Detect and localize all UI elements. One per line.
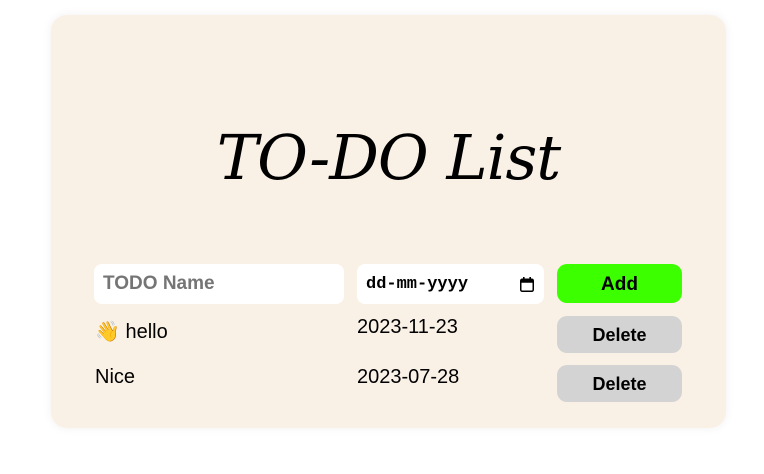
todo-item-name: Nice [95, 366, 136, 388]
delete-button[interactable]: Delete [557, 316, 682, 353]
add-button[interactable]: Add [557, 264, 682, 303]
todo-name-input[interactable] [94, 264, 344, 304]
calendar-icon[interactable] [520, 276, 534, 292]
date-placeholder: dd-mm-yyyy [366, 274, 469, 294]
page-title: TO-DO List [216, 121, 561, 194]
todo-date-input[interactable]: dd-mm-yyyy [357, 264, 544, 304]
todo-item-date: 2023-11-23 [357, 316, 458, 338]
todo-item-date: 2023-07-28 [357, 366, 460, 388]
todo-item-name: 👋 hello [95, 321, 168, 343]
todo-card: TO-DO List dd-mm-yyyy Add 👋 hello 2023-1… [51, 15, 726, 428]
delete-button[interactable]: Delete [557, 365, 682, 402]
